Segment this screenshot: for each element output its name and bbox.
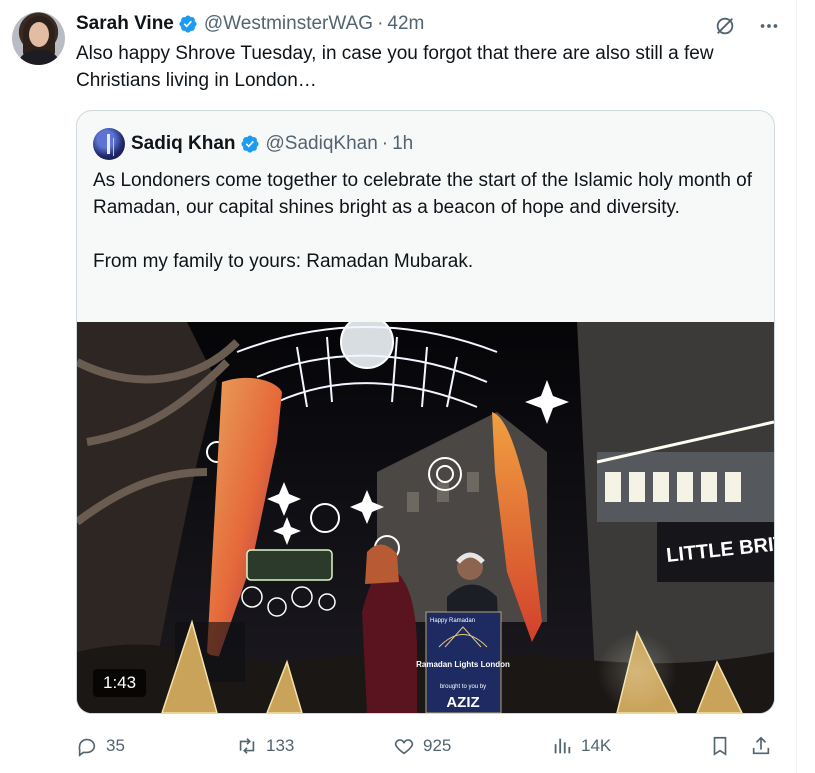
reply-button[interactable]: 35 xyxy=(76,733,125,759)
verified-icon xyxy=(179,15,197,33)
quoted-author-name[interactable]: Sadiq Khan xyxy=(131,133,236,155)
like-button[interactable]: 925 xyxy=(393,733,451,759)
column-divider xyxy=(796,0,797,773)
views-count: 14K xyxy=(581,736,612,755)
author-avatar[interactable] xyxy=(12,12,65,65)
lectern-greeting: Happy Ramadan xyxy=(430,618,475,624)
tweet-header: Sarah Vine @WestminsterWAG · 42m xyxy=(76,12,424,36)
reply-icon xyxy=(78,738,96,757)
lectern-sub: brought to you by xyxy=(440,684,486,690)
separator-dot: · xyxy=(381,133,389,154)
quoted-timestamp[interactable]: 1h xyxy=(392,133,413,155)
more-icon[interactable] xyxy=(757,14,781,38)
lectern-brand: AZIZ xyxy=(446,694,479,711)
quoted-header: Sadiq Khan @SadiqKhan · 1h xyxy=(93,128,413,160)
repost-count: 133 xyxy=(266,736,295,755)
share-button[interactable] xyxy=(750,733,772,759)
author-handle[interactable]: @WestminsterWAG xyxy=(204,13,373,35)
quoted-text: As Londoners come together to celebrate … xyxy=(93,167,763,275)
quoted-tweet[interactable]: Sadiq Khan @SadiqKhan · 1h As Londoners … xyxy=(76,110,775,714)
repost-icon xyxy=(239,738,255,754)
reply-count: 35 xyxy=(106,736,125,755)
quoted-paragraph: As Londoners come together to celebrate … xyxy=(93,170,753,218)
views-icon xyxy=(554,738,571,754)
quoted-paragraph: From my family to yours: Ramadan Mubarak… xyxy=(93,251,474,272)
lectern-title: Ramadan Lights London xyxy=(416,660,510,669)
repost-button[interactable]: 133 xyxy=(236,733,294,759)
tweet-actions: 35 133 925 14K xyxy=(76,733,781,759)
quoted-author-handle[interactable]: @SadiqKhan xyxy=(266,133,378,155)
views-button[interactable]: 14K xyxy=(551,733,611,759)
quoted-author-avatar[interactable] xyxy=(93,128,125,160)
tweet-timestamp[interactable]: 42m xyxy=(387,13,424,35)
author-name[interactable]: Sarah Vine xyxy=(76,13,174,35)
separator-dot: · xyxy=(377,13,384,34)
like-count: 925 xyxy=(423,736,452,755)
share-icon xyxy=(752,736,770,755)
tweet-text: Also happy Shrove Tuesday, in case you f… xyxy=(76,43,714,91)
bookmark-button[interactable] xyxy=(709,733,731,759)
tweet-header-actions xyxy=(713,14,781,38)
video-player[interactable]: LITTLE BRIT Happy Ramadan Ramadan Lights… xyxy=(77,322,774,713)
grok-icon[interactable] xyxy=(713,14,737,38)
verified-icon xyxy=(240,135,259,153)
bookmark-icon xyxy=(713,736,727,756)
video-thumbnail: LITTLE BRIT Happy Ramadan Ramadan Lights… xyxy=(77,322,774,713)
video-duration: 1:43 xyxy=(93,669,147,697)
like-icon xyxy=(394,739,414,755)
